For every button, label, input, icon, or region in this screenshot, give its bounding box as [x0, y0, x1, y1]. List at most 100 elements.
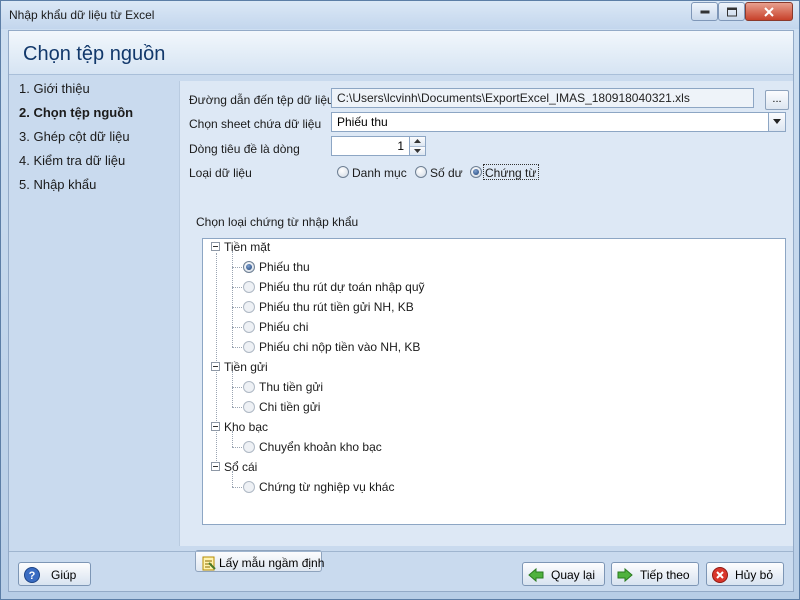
radio-payment-deposit[interactable]	[243, 341, 255, 353]
tree-connector	[232, 347, 242, 348]
step-intro: 1. Giới thiệu	[19, 81, 90, 96]
radio-treasury-transfer[interactable]	[243, 441, 255, 453]
header-row-stepper[interactable]: 1	[331, 136, 426, 156]
step-map-columns: 3. Ghép cột dữ liệu	[19, 129, 130, 144]
group-treasury[interactable]: Kho bạc	[224, 420, 268, 434]
step-import: 5. Nhập khẩu	[19, 177, 97, 192]
sheet-label: Chọn sheet chứa dữ liệu	[189, 117, 322, 131]
radio-balance[interactable]	[415, 166, 427, 178]
window-title: Nhập khẩu dữ liệu từ Excel	[9, 8, 155, 22]
radio-balance-label[interactable]: Số dư	[430, 166, 463, 180]
radio-voucher[interactable]	[470, 166, 482, 178]
tree-connector	[232, 307, 242, 308]
item-treasury-transfer[interactable]: Chuyển khoản kho bạc	[259, 440, 382, 454]
step-choose-source: 2. Chọn tệp nguồn	[19, 105, 134, 120]
item-receipt-budget[interactable]: Phiếu thu rút dự toán nhập quỹ	[259, 280, 425, 294]
spin-buttons[interactable]	[409, 137, 425, 155]
tree-connector	[232, 327, 242, 328]
header-row-value: 1	[397, 139, 404, 153]
page-title: Chọn tệp nguồn	[23, 43, 166, 65]
path-label: Đường dẫn đến tệp dữ liệu	[189, 93, 334, 107]
spin-up-button[interactable]	[410, 137, 425, 146]
radio-receipt-budget[interactable]	[243, 281, 255, 293]
back-button[interactable]: Quay lại	[522, 562, 605, 586]
chevron-down-icon	[773, 119, 781, 124]
tree-connector	[232, 267, 242, 268]
main-panel: Đường dẫn đến tệp dữ liệu C:\Users\lcvin…	[179, 81, 793, 572]
expander-treasury[interactable]	[211, 422, 220, 431]
radio-receipt-withdraw[interactable]	[243, 301, 255, 313]
close-button[interactable]	[745, 2, 793, 21]
default-template-button[interactable]: Lấy mẫu ngầm định	[195, 550, 325, 572]
radio-category[interactable]	[337, 166, 349, 178]
group-ledger[interactable]: Sổ cái	[224, 460, 257, 474]
minimize-button[interactable]	[691, 2, 718, 21]
sheet-select[interactable]: Phiếu thu	[331, 112, 786, 132]
item-payment[interactable]: Phiếu chi	[259, 320, 308, 334]
radio-receipt[interactable]	[243, 261, 255, 273]
voucher-type-label: Chọn loại chứng từ nhập khẩu	[196, 215, 359, 229]
next-label: Tiếp theo	[640, 568, 690, 582]
item-deposit-out[interactable]: Chi tiền gửi	[259, 400, 320, 414]
radio-voucher-label[interactable]: Chứng từ	[485, 166, 536, 180]
tree-connector	[232, 407, 242, 408]
next-button[interactable]: Tiếp theo	[611, 562, 699, 586]
expander-deposit[interactable]	[211, 362, 220, 371]
cancel-icon	[712, 567, 728, 583]
tree-connector	[232, 387, 242, 388]
spin-down-button[interactable]	[410, 146, 425, 155]
radio-deposit-in[interactable]	[243, 381, 255, 393]
file-path-field[interactable]: C:\Users\lcvinh\Documents\ExportExcel_IM…	[331, 88, 754, 108]
item-other-voucher[interactable]: Chứng từ nghiệp vụ khác	[259, 480, 394, 494]
sheet-dropdown-button[interactable]	[768, 113, 785, 131]
browse-button[interactable]: ...	[765, 90, 789, 110]
tree-connector	[232, 447, 242, 448]
footer-divider	[9, 551, 793, 552]
cancel-label: Hủy bỏ	[735, 568, 774, 582]
step-validate: 4. Kiểm tra dữ liệu	[19, 153, 126, 168]
default-template-label: Lấy mẫu ngầm định	[219, 556, 325, 570]
radio-other-voucher[interactable]	[243, 481, 255, 493]
tree-line	[232, 471, 233, 487]
voucher-type-tree: Tiền mặt Phiếu thu Phiếu thu rút dự toán…	[202, 238, 786, 525]
title-bar[interactable]: Nhập khẩu dữ liệu từ Excel	[1, 1, 799, 29]
tree-line	[232, 251, 233, 347]
minimize-icon	[700, 10, 709, 13]
arrow-left-icon	[528, 567, 544, 583]
tree-connector	[232, 287, 242, 288]
tree-root-line	[216, 253, 217, 467]
cancel-button[interactable]: Hủy bỏ	[706, 562, 784, 586]
item-receipt[interactable]: Phiếu thu	[259, 260, 310, 274]
sheet-select-value: Phiếu thu	[337, 115, 388, 129]
radio-payment[interactable]	[243, 321, 255, 333]
maximize-button[interactable]	[718, 2, 745, 21]
data-type-label: Loại dữ liệu	[189, 166, 252, 180]
arrow-down-icon	[414, 149, 421, 153]
header-row-label: Dòng tiêu đề là dòng	[189, 142, 300, 156]
wizard-header: Chọn tệp nguồn	[9, 31, 793, 75]
tree-connector	[232, 487, 242, 488]
radio-deposit-out[interactable]	[243, 401, 255, 413]
template-icon	[202, 556, 216, 571]
radio-category-label[interactable]: Danh mục	[352, 166, 407, 180]
item-receipt-withdraw[interactable]: Phiếu thu rút tiền gửi NH, KB	[259, 300, 414, 314]
item-payment-deposit[interactable]: Phiếu chi nộp tiền vào NH, KB	[259, 340, 420, 354]
maximize-icon	[726, 7, 737, 16]
close-icon	[764, 6, 774, 17]
wizard-body: Chọn tệp nguồn 1. Giới thiệu 2. Chọn tệp…	[8, 30, 794, 592]
expander-ledger[interactable]	[211, 462, 220, 471]
help-button[interactable]: ? Giúp	[18, 562, 91, 586]
arrow-up-icon	[414, 139, 421, 143]
help-icon: ?	[24, 567, 40, 583]
group-cash[interactable]: Tiền mặt	[224, 240, 270, 254]
tree-line	[232, 371, 233, 407]
group-deposit[interactable]: Tiền gửi	[224, 360, 268, 374]
item-deposit-in[interactable]: Thu tiền gửi	[259, 380, 323, 394]
expander-cash[interactable]	[211, 242, 220, 251]
svg-text:?: ?	[29, 570, 36, 582]
step-list: 1. Giới thiệu 2. Chọn tệp nguồn 3. Ghép …	[19, 81, 179, 201]
tree-line	[232, 431, 233, 447]
import-wizard-window: Nhập khẩu dữ liệu từ Excel Chọn tệp nguồ…	[0, 0, 800, 600]
back-label: Quay lại	[551, 568, 596, 582]
arrow-right-icon	[617, 567, 633, 583]
